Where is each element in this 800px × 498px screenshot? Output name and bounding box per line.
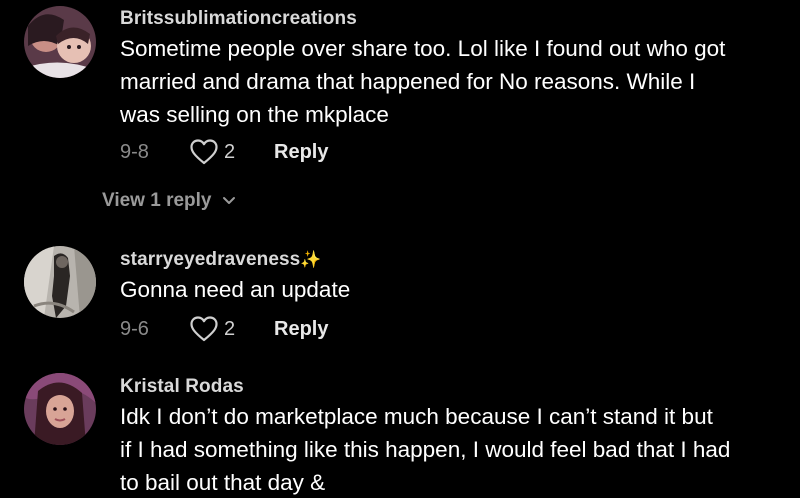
comment-meta: 9-8 2 Reply (120, 137, 328, 167)
reply-button[interactable]: Reply (274, 318, 328, 341)
comment-text-line: to bail out that day & (120, 470, 326, 495)
comment-text-line: Sometime people over share too. Lol like… (120, 36, 726, 61)
comment-text-line: was selling on the mkplace (120, 102, 389, 127)
avatar-image (24, 373, 96, 445)
comment-date: 9-6 (120, 317, 149, 340)
like-button[interactable]: 2 (190, 139, 274, 165)
username-text: starryeyedraveness (120, 249, 301, 270)
like-count: 2 (224, 140, 236, 163)
comment-text-line: Idk I don’t do marketplace much because … (120, 404, 713, 429)
comment-text-line: if I had something like this happen, I w… (120, 437, 731, 462)
heart-outline-icon (190, 316, 218, 342)
chevron-down-icon (212, 190, 236, 212)
sparkles-icon: ✨ (300, 250, 322, 269)
comment-text: Gonna need an update (120, 273, 800, 306)
view-replies-label: View 1 reply (102, 190, 212, 211)
avatar-image (24, 6, 96, 78)
avatar-image (24, 246, 96, 318)
like-count: 2 (224, 317, 236, 340)
comment-date: 9-8 (120, 140, 149, 163)
comment-text: Sometime people over share too. Lol like… (120, 32, 800, 131)
comment-meta: 9-6 2 Reply (120, 314, 328, 344)
comment-text-line: Gonna need an update (120, 277, 351, 302)
reply-button[interactable]: Reply (274, 141, 328, 164)
comment-text: Idk I don’t do marketplace much because … (120, 400, 800, 498)
view-replies-button[interactable]: View 1 reply (102, 190, 236, 212)
comment-username[interactable]: starryeyedraveness✨ (120, 249, 322, 271)
like-button[interactable]: 2 (190, 316, 274, 342)
avatar[interactable] (24, 246, 96, 318)
comment-text-line: married and drama that happened for No r… (120, 69, 696, 94)
comment-username[interactable]: Britssublimationcreations (120, 8, 357, 30)
avatar[interactable] (24, 373, 96, 445)
comment-username[interactable]: Kristal Rodas (120, 376, 244, 398)
heart-outline-icon (190, 139, 218, 165)
avatar[interactable] (24, 6, 96, 78)
